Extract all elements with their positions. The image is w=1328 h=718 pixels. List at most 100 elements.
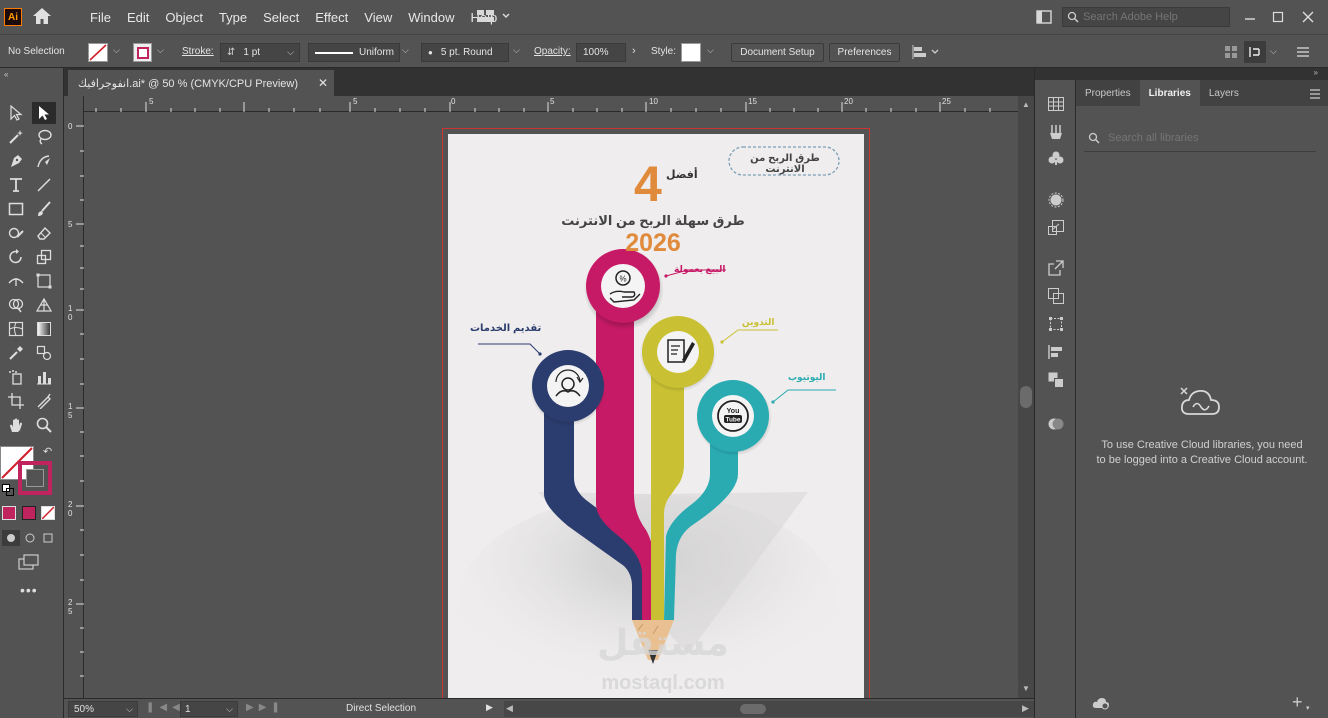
- selection-tool-icon[interactable]: [4, 102, 28, 124]
- swap-fill-stroke-icon[interactable]: ↶: [43, 445, 52, 458]
- curvature-tool-icon[interactable]: [32, 150, 56, 172]
- help-search-input[interactable]: [1083, 11, 1223, 23]
- menu-edit[interactable]: Edit: [119, 10, 157, 25]
- screen-mode-icon[interactable]: [18, 554, 40, 575]
- paintbrush-tool-icon[interactable]: [32, 198, 56, 220]
- blend-tool-icon[interactable]: [32, 342, 56, 364]
- menu-effect[interactable]: Effect: [307, 10, 356, 25]
- fill-swatch[interactable]: [88, 43, 108, 62]
- arrange-documents-icon[interactable]: [1036, 10, 1052, 27]
- stroke-weight-field[interactable]: ⇵ 1 pt ⌵: [220, 43, 300, 62]
- swatches-panel-icon[interactable]: [1046, 94, 1066, 114]
- horizontal-scroll-thumb[interactable]: [740, 704, 766, 714]
- align-panel-icon[interactable]: [1046, 342, 1066, 362]
- close-tab-icon[interactable]: ✕: [318, 76, 328, 90]
- export-panel-icon[interactable]: [1046, 258, 1066, 278]
- appearance-panel-icon[interactable]: [1046, 190, 1066, 210]
- artboard-navigator[interactable]: 1 ⌵: [180, 701, 238, 717]
- panel-options-icon[interactable]: [1309, 88, 1321, 102]
- magic-wand-tool-icon[interactable]: [4, 126, 28, 148]
- document-setup-button[interactable]: Document Setup: [731, 43, 824, 62]
- variable-width-profile[interactable]: Uniform: [308, 43, 400, 62]
- tab-properties[interactable]: Properties: [1076, 80, 1140, 106]
- opacity-field[interactable]: 100%: [576, 43, 626, 62]
- default-colors-icon[interactable]: [2, 484, 14, 499]
- draw-behind-icon[interactable]: [22, 530, 38, 546]
- free-transform-tool-icon[interactable]: [32, 270, 56, 292]
- scroll-up-icon[interactable]: ▲: [1022, 100, 1030, 109]
- rotate-tool-icon[interactable]: [4, 246, 28, 268]
- panel-menu-icon[interactable]: [1296, 46, 1310, 61]
- status-menu-arrow[interactable]: ▶: [486, 702, 493, 713]
- scroll-right-icon[interactable]: ▶: [1022, 703, 1029, 714]
- none-mode-icon[interactable]: [41, 506, 55, 520]
- horizontal-scrollbar[interactable]: ◀ ▶: [504, 701, 1034, 717]
- library-search-input[interactable]: [1108, 131, 1308, 144]
- draw-normal-icon[interactable]: [2, 530, 20, 546]
- eraser-tool-icon[interactable]: [32, 222, 56, 244]
- artboard-first-prev-icons[interactable]: ❚◀◀: [146, 702, 185, 713]
- gradient-tool-icon[interactable]: [32, 318, 56, 340]
- document-tab[interactable]: انفوجرافيك.ai* @ 50 % (CMYK/CPU Preview)…: [68, 70, 334, 96]
- opacity-label[interactable]: Opacity:: [534, 46, 571, 57]
- menu-window[interactable]: Window: [400, 10, 462, 25]
- tab-layers[interactable]: Layers: [1200, 80, 1248, 106]
- stroke-label[interactable]: Stroke:: [182, 46, 214, 57]
- zoom-field[interactable]: 50% ⌵: [68, 701, 138, 717]
- gradient-mode-icon[interactable]: [22, 506, 36, 520]
- brush-definition[interactable]: ● 5 pt. Round: [421, 43, 509, 62]
- draw-inside-icon[interactable]: [40, 530, 56, 546]
- style-dropdown[interactable]: ⌵: [707, 45, 714, 56]
- artboard-tool-icon[interactable]: [4, 390, 28, 412]
- perspective-grid-tool-icon[interactable]: [32, 294, 56, 316]
- direct-selection-tool-icon[interactable]: [32, 102, 56, 124]
- artboard[interactable]: % You Tube طرق الربح من الانترنت 4 أفضل …: [448, 134, 864, 700]
- minimize-button[interactable]: [1244, 0, 1256, 34]
- vertical-scroll-thumb[interactable]: [1020, 386, 1032, 408]
- workspace-switcher[interactable]: [476, 9, 512, 26]
- style-swatch[interactable]: [681, 43, 701, 62]
- hand-tool-icon[interactable]: [4, 414, 28, 436]
- type-tool-icon[interactable]: [4, 174, 28, 196]
- artboard-next-last-icons[interactable]: ▶▶❚: [246, 702, 285, 713]
- add-content-dropdown[interactable]: ▾: [1306, 704, 1310, 712]
- mesh-tool-icon[interactable]: [4, 318, 28, 340]
- stroke-swatch[interactable]: [133, 43, 152, 62]
- transform-options-dropdown[interactable]: ⌵: [1270, 46, 1277, 57]
- symbol-sprayer-tool-icon[interactable]: [4, 366, 28, 388]
- symbols-panel-icon[interactable]: [1046, 148, 1066, 168]
- color-mode-icon[interactable]: [2, 506, 16, 520]
- edit-toolbar-icon[interactable]: •••: [20, 582, 38, 598]
- zoom-tool-icon[interactable]: [32, 414, 56, 436]
- vertical-scrollbar[interactable]: ▲ ▼: [1018, 96, 1034, 698]
- line-tool-icon[interactable]: [32, 174, 56, 196]
- transparency-panel-icon[interactable]: [1046, 414, 1066, 434]
- pen-tool-icon[interactable]: [4, 150, 28, 172]
- profile-dropdown[interactable]: ⌵: [402, 45, 409, 56]
- lasso-tool-icon[interactable]: [32, 126, 56, 148]
- close-window-button[interactable]: [1302, 0, 1314, 34]
- width-tool-icon[interactable]: [4, 270, 28, 292]
- align-icon[interactable]: [912, 44, 940, 63]
- sync-status-icon[interactable]: [1092, 696, 1110, 713]
- home-icon[interactable]: [32, 7, 52, 28]
- collapse-panel-icon[interactable]: »: [1314, 68, 1318, 77]
- tab-libraries[interactable]: Libraries: [1139, 80, 1200, 106]
- add-content-icon[interactable]: +: [1292, 692, 1303, 713]
- menu-view[interactable]: View: [356, 10, 400, 25]
- vertical-ruler[interactable]: 0 5 1 0 1 5 2 0 2 5: [64, 96, 84, 698]
- stroke-swatch-dropdown[interactable]: ⌵: [157, 45, 164, 56]
- shaper-tool-icon[interactable]: [4, 222, 28, 244]
- menu-object[interactable]: Object: [157, 10, 211, 25]
- brushes-panel-icon[interactable]: [1046, 122, 1066, 142]
- library-search[interactable]: [1084, 124, 1316, 152]
- scroll-down-icon[interactable]: ▼: [1022, 684, 1030, 693]
- transform-options-icon[interactable]: [1244, 41, 1266, 63]
- slice-tool-icon[interactable]: [32, 390, 56, 412]
- scroll-left-icon[interactable]: ◀: [506, 703, 513, 714]
- menu-file[interactable]: File: [82, 10, 119, 25]
- eyedropper-tool-icon[interactable]: [4, 342, 28, 364]
- menu-select[interactable]: Select: [255, 10, 307, 25]
- preferences-button[interactable]: Preferences: [829, 43, 900, 62]
- column-graph-tool-icon[interactable]: [32, 366, 56, 388]
